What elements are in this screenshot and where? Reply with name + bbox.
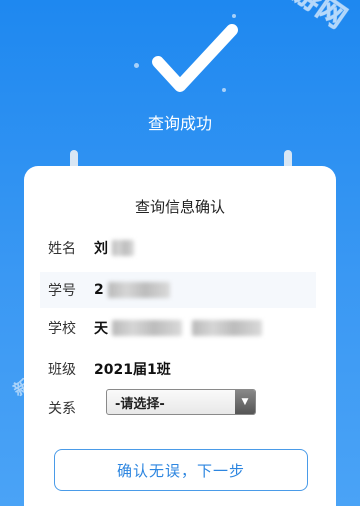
name-row: 姓名 刘 <box>48 230 312 266</box>
id-value: 2 <box>94 282 170 298</box>
chevron-down-icon[interactable]: ▼ <box>235 390 255 414</box>
relation-label: 关系 <box>48 401 76 417</box>
school-value: 天 <box>94 318 262 338</box>
redacted-blur <box>192 320 262 336</box>
relation-select[interactable]: -请选择- ▼ <box>106 389 256 415</box>
check-icon <box>150 22 240 102</box>
sparkle-dot <box>134 63 139 68</box>
id-label: 学号 <box>48 283 76 299</box>
redacted-blur <box>112 240 134 256</box>
redacted-blur <box>107 282 170 298</box>
confirm-next-button[interactable]: 确认无误，下一步 <box>54 449 308 491</box>
class-row: 班级 2021届1班 <box>48 351 312 387</box>
relation-selected-value: -请选择- <box>115 396 165 412</box>
name-label: 姓名 <box>48 241 76 257</box>
id-row: 学号 2 <box>40 272 316 308</box>
name-value: 刘 <box>94 238 134 258</box>
card-title: 查询信息确认 <box>134 198 225 216</box>
page-title: 查询成功 <box>147 114 212 133</box>
school-row: 学校 天 <box>48 310 312 346</box>
school-label: 学校 <box>48 321 76 337</box>
class-label: 班级 <box>48 362 76 378</box>
redacted-blur <box>112 320 182 336</box>
sparkle-dot <box>232 14 236 18</box>
class-value: 2021届1班 <box>94 362 171 378</box>
